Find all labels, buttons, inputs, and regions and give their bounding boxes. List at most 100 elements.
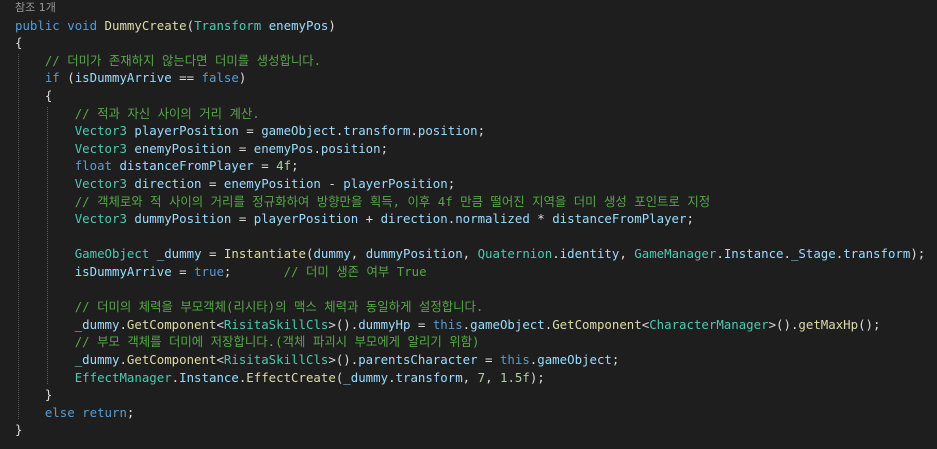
code-token: ) bbox=[328, 17, 336, 33]
code-token: GetComponent bbox=[126, 351, 217, 367]
codelens-references[interactable]: 참조 1개 bbox=[15, 0, 56, 16]
code-token: } bbox=[15, 422, 23, 438]
code-token: enemyPosition bbox=[134, 140, 232, 156]
code-line: } bbox=[15, 386, 52, 404]
code-token: RisitaSkillCls bbox=[223, 351, 329, 367]
code-token: playerPosition bbox=[343, 175, 448, 191]
code-token: . bbox=[119, 316, 127, 332]
code-token: distanceFromPlayer bbox=[119, 158, 254, 174]
code-line: Vector3 direction = enemyPosition - play… bbox=[15, 175, 456, 193]
code-token: GetComponent bbox=[126, 316, 217, 332]
code-line: isDummyArrive = true; // 더미 생존 여부 True bbox=[15, 263, 427, 281]
code-token: GameManager bbox=[634, 246, 717, 262]
code-token: = bbox=[231, 211, 254, 227]
code-token: _dummy bbox=[343, 369, 389, 385]
code-line: else return; bbox=[15, 404, 135, 422]
code-token: . bbox=[313, 140, 321, 156]
code-line: _dummy.GetComponent<RisitaSkillCls>().pa… bbox=[15, 351, 620, 369]
code-token: Instance bbox=[723, 246, 784, 262]
code-token: transform bbox=[843, 246, 911, 262]
code-token: , bbox=[485, 369, 500, 385]
code-token: direction bbox=[134, 175, 202, 191]
code-token: GameObject bbox=[74, 246, 150, 262]
code-token: void bbox=[67, 17, 98, 33]
code-token: public bbox=[15, 17, 60, 33]
code-editor[interactable]: 참조 1개 public void DummyCreate(Transform … bbox=[0, 0, 937, 449]
code-token: ) bbox=[238, 70, 247, 86]
code-token: false bbox=[201, 70, 239, 86]
code-token: isDummyArrive bbox=[74, 70, 172, 86]
code-token: == bbox=[171, 70, 202, 86]
code-token: Quaternion bbox=[477, 246, 553, 262]
code-token: = bbox=[477, 351, 500, 367]
code-token: transform bbox=[395, 369, 463, 385]
code-token: 1.5f bbox=[499, 369, 530, 385]
code-line: Vector3 playerPosition = gameObject.tran… bbox=[15, 122, 485, 140]
code-token: GetComponent bbox=[552, 316, 642, 332]
code-line: { bbox=[15, 87, 52, 105]
code-line: Vector3 dummyPosition = playerPosition +… bbox=[15, 210, 694, 228]
code-token: { bbox=[15, 35, 23, 51]
code-token: // 더미 생존 여부 True bbox=[283, 263, 427, 279]
code-token: dummyHp bbox=[358, 316, 411, 332]
code-line: Vector3 enemyPosition = enemyPos.positio… bbox=[15, 140, 388, 158]
code-token: { bbox=[15, 87, 53, 103]
code-token: parentsCharacter bbox=[358, 351, 478, 367]
code-token: = bbox=[171, 263, 195, 279]
code-token: gameObject bbox=[470, 316, 545, 332]
code-token: dummyPosition bbox=[365, 246, 463, 262]
code-line: // 적과 자신 사이의 거리 계산. bbox=[15, 105, 260, 123]
code-token: ; bbox=[686, 211, 694, 227]
code-token: else bbox=[44, 404, 75, 420]
code-token: true bbox=[194, 263, 224, 279]
code-token: < bbox=[216, 316, 224, 332]
code-token: getMaxHp bbox=[798, 316, 859, 332]
code-token: EffectCreate bbox=[246, 369, 336, 385]
code-token: // 객체로와 적 사이의 거리를 정규화하여 방향만을 획득, 이후 4f 만… bbox=[74, 193, 711, 209]
code-token: } bbox=[15, 387, 53, 403]
code-token: ( bbox=[186, 17, 195, 33]
code-line: public void DummyCreate(Transform enemyP… bbox=[15, 17, 336, 35]
code-token: 7 bbox=[477, 369, 486, 385]
code-token: EffectManager bbox=[74, 369, 172, 385]
code-token: ; bbox=[477, 123, 486, 139]
code-token: . bbox=[410, 123, 418, 139]
code-token: gameObject bbox=[261, 123, 336, 139]
code-token: this bbox=[499, 351, 530, 367]
code-token: _dummy bbox=[74, 316, 120, 332]
code-token: _Stage bbox=[790, 246, 836, 262]
code-token: . bbox=[388, 369, 396, 385]
code-line: { bbox=[15, 34, 22, 52]
code-token: ); bbox=[529, 369, 545, 385]
code-token: _dummy bbox=[74, 351, 120, 367]
code-token: ; bbox=[291, 158, 299, 174]
code-token: = bbox=[201, 175, 224, 191]
code-token: // 적과 자신 사이의 거리 계산. bbox=[74, 105, 260, 121]
code-token: = bbox=[231, 140, 254, 156]
code-token: * bbox=[529, 211, 553, 227]
code-token: = bbox=[201, 246, 224, 262]
code-token: direction bbox=[380, 211, 448, 227]
code-token: 4f bbox=[276, 158, 292, 174]
code-token: ; bbox=[611, 351, 620, 367]
code-token: = bbox=[410, 316, 433, 332]
code-token: >(). bbox=[328, 316, 359, 332]
code-token: isDummyArrive bbox=[74, 263, 172, 279]
code-token: enemyPos bbox=[253, 140, 314, 156]
code-token: Vector3 bbox=[74, 140, 127, 156]
code-token: = bbox=[238, 123, 262, 139]
